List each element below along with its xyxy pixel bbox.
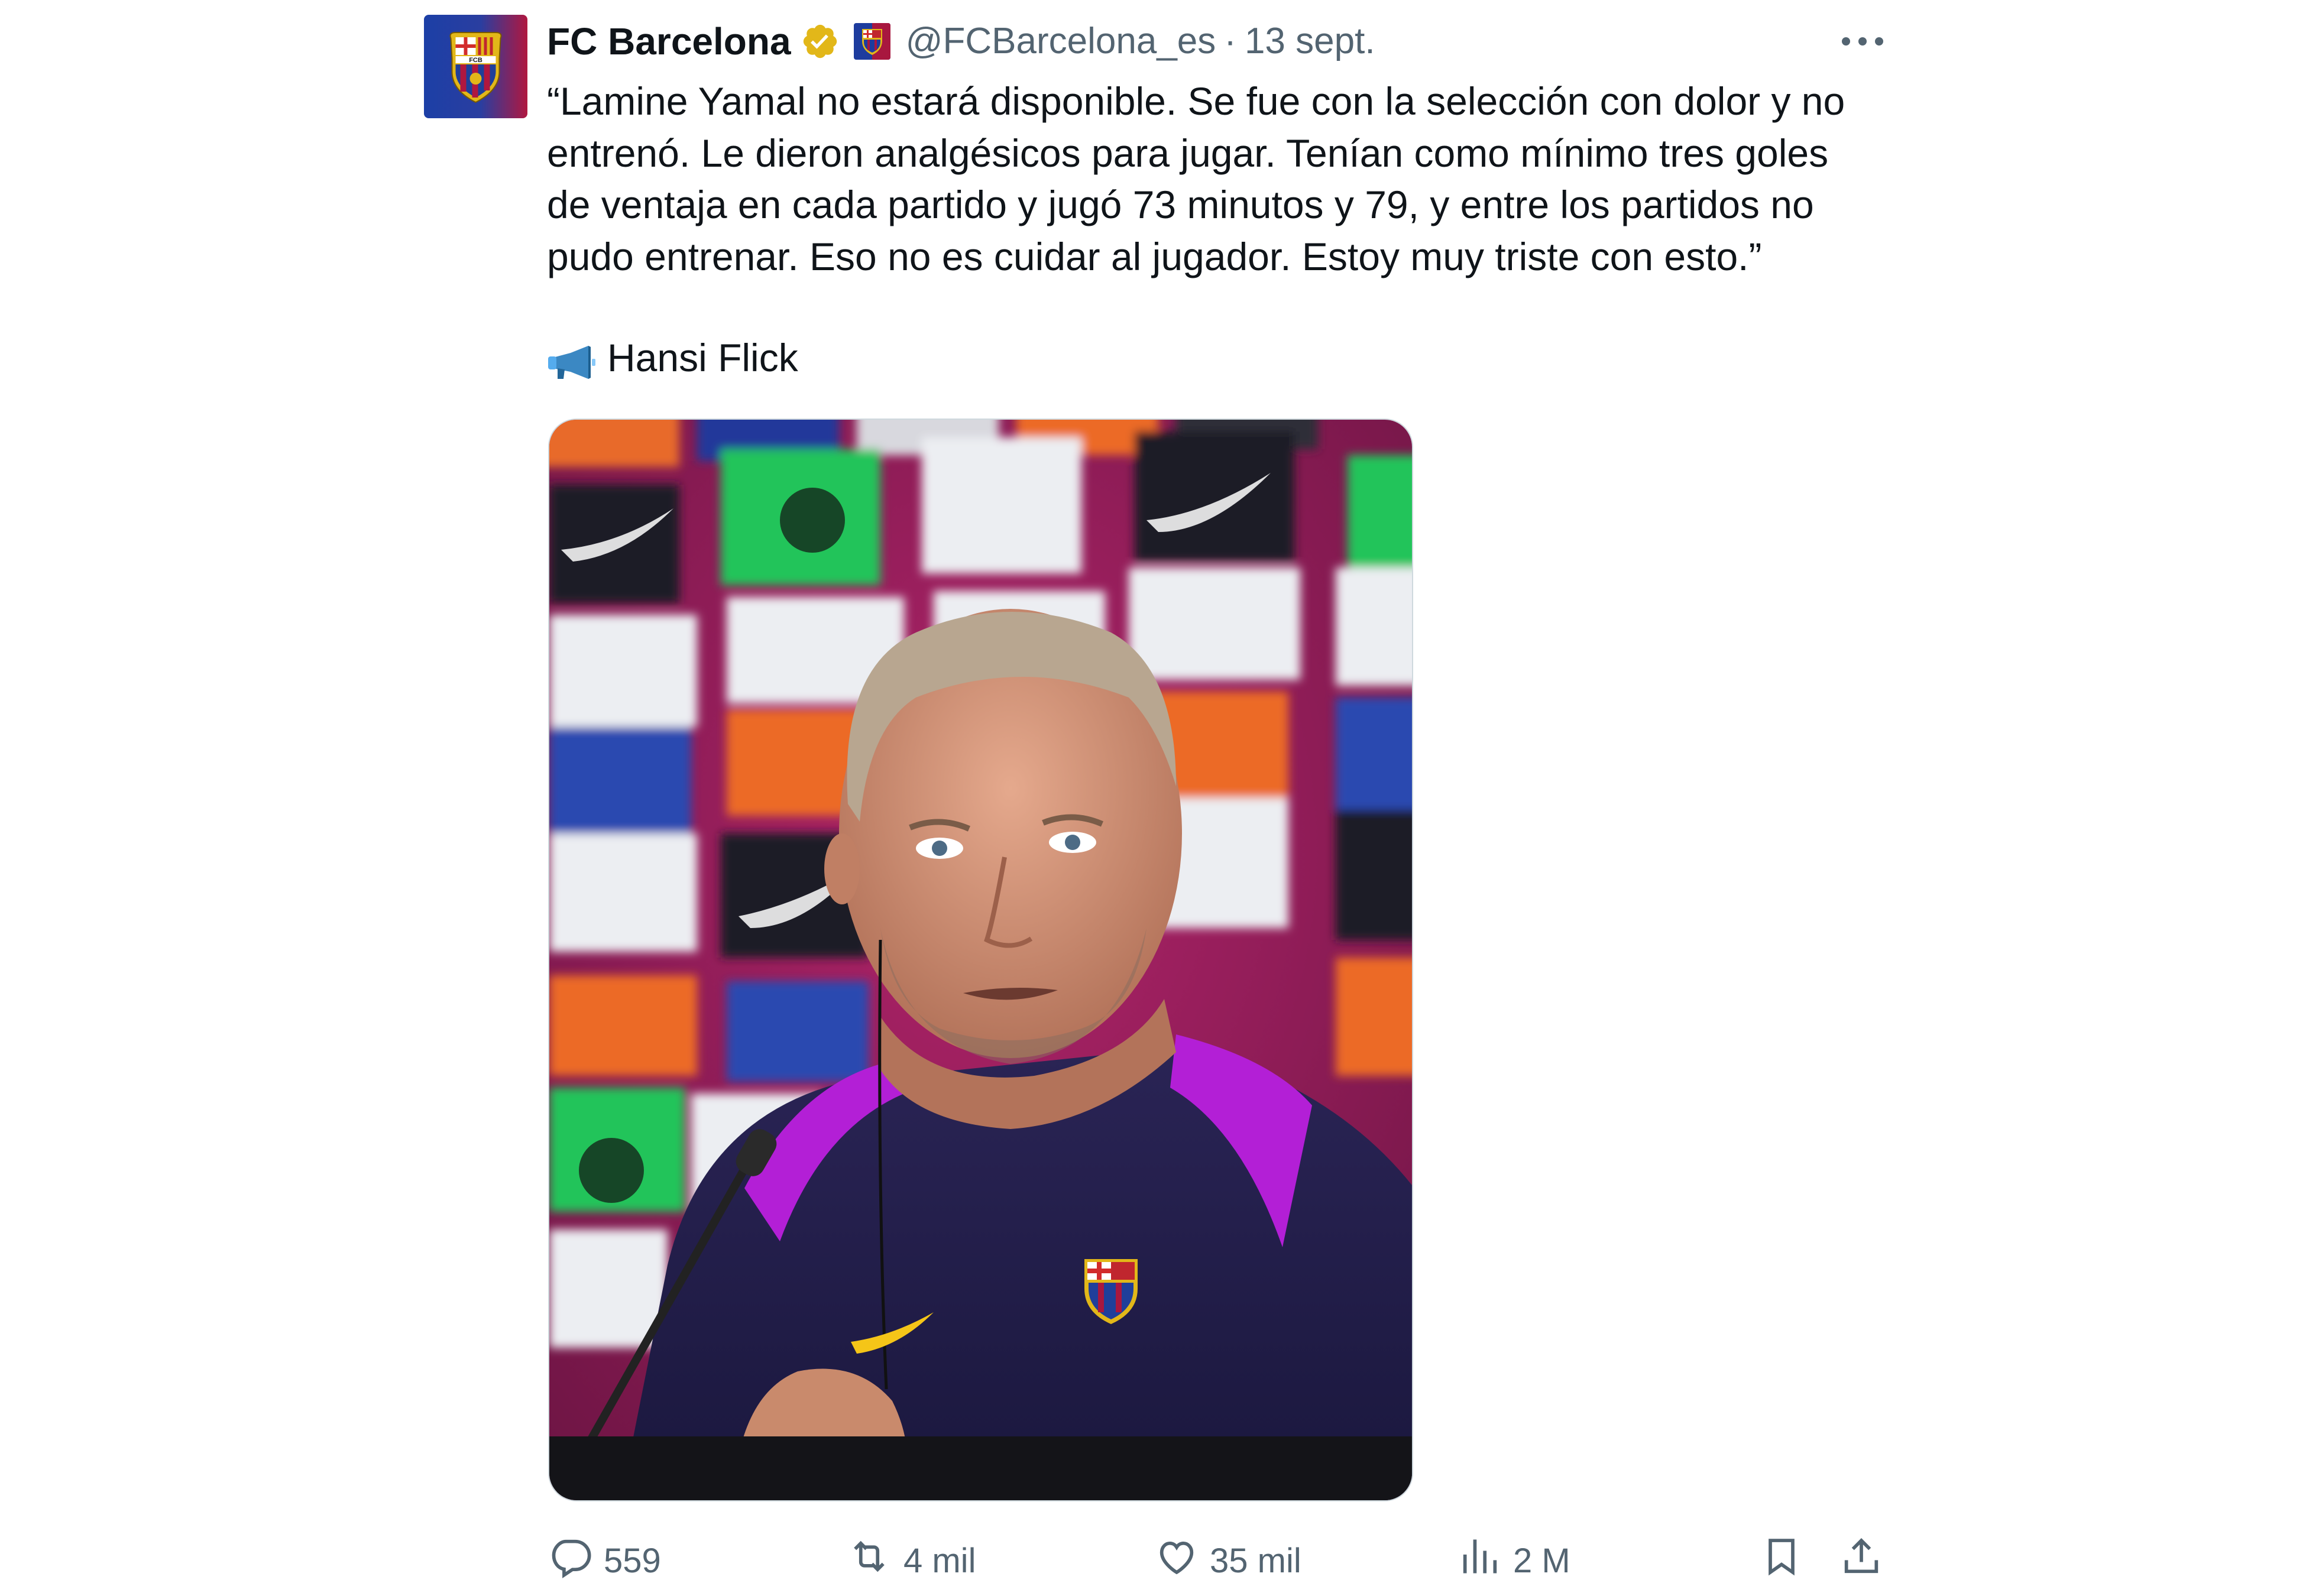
share-icon bbox=[1839, 1534, 1894, 1587]
share-button[interactable] bbox=[1839, 1531, 1894, 1590]
more-options-icon[interactable] bbox=[1839, 24, 1886, 59]
tweet-text: “Lamine Yamal no estará disponible. Se f… bbox=[547, 76, 1936, 283]
author-display-name[interactable]: FC Barcelona bbox=[547, 20, 791, 63]
tweet-text-line: de ventaja en cada partido y jugó 73 min… bbox=[547, 183, 1814, 226]
tweet-signature: Hansi Flick bbox=[547, 331, 798, 384]
timestamp[interactable]: 13 sept. bbox=[1245, 20, 1375, 62]
tweet-photo[interactable] bbox=[548, 419, 1413, 1501]
like-button[interactable]: 35 mil bbox=[1154, 1531, 1301, 1590]
views-count: 2 M bbox=[1513, 1541, 1570, 1580]
retweet-button[interactable]: 4 mil bbox=[846, 1531, 976, 1590]
tweet-header: FC Barcelona @FCBarcelona_es · 13 sept. bbox=[547, 13, 1375, 69]
svg-text:FCB: FCB bbox=[469, 57, 482, 64]
author-avatar[interactable]: FCB bbox=[424, 15, 527, 118]
fc-barcelona-crest-icon: FCB bbox=[424, 15, 527, 118]
megaphone-icon bbox=[547, 340, 595, 379]
tweet-text-line: pudo entrenar. Eso no es cuidar al jugad… bbox=[547, 234, 1762, 278]
reply-button[interactable]: 559 bbox=[548, 1531, 661, 1590]
views-button[interactable]: 2 M bbox=[1458, 1531, 1570, 1590]
like-icon bbox=[1154, 1534, 1210, 1587]
bookmark-button[interactable] bbox=[1759, 1531, 1815, 1590]
retweet-count: 4 mil bbox=[903, 1541, 976, 1580]
separator: · bbox=[1224, 21, 1236, 61]
gold-verified-badge-icon[interactable] bbox=[801, 22, 840, 61]
press-conference-photo bbox=[549, 420, 1412, 1500]
retweet-icon bbox=[846, 1534, 903, 1587]
reply-icon bbox=[548, 1534, 604, 1587]
views-icon bbox=[1458, 1534, 1513, 1587]
tweet-text-line: “Lamine Yamal no estará disponible. Se f… bbox=[547, 79, 1845, 123]
signature-text: Hansi Flick bbox=[607, 336, 798, 379]
tweet[interactable]: FCB FC Barcelona @FCBarcelona_es · 13 se… bbox=[0, 0, 2306, 1596]
author-handle[interactable]: @FCBarcelona_es bbox=[906, 20, 1216, 62]
tweet-text-line: entrenó. Le dieron analgésicos para juga… bbox=[547, 131, 1829, 175]
like-count: 35 mil bbox=[1210, 1541, 1301, 1580]
fc-barcelona-affiliate-icon[interactable] bbox=[853, 22, 890, 60]
reply-count: 559 bbox=[604, 1541, 661, 1580]
bookmark-icon bbox=[1759, 1534, 1815, 1587]
